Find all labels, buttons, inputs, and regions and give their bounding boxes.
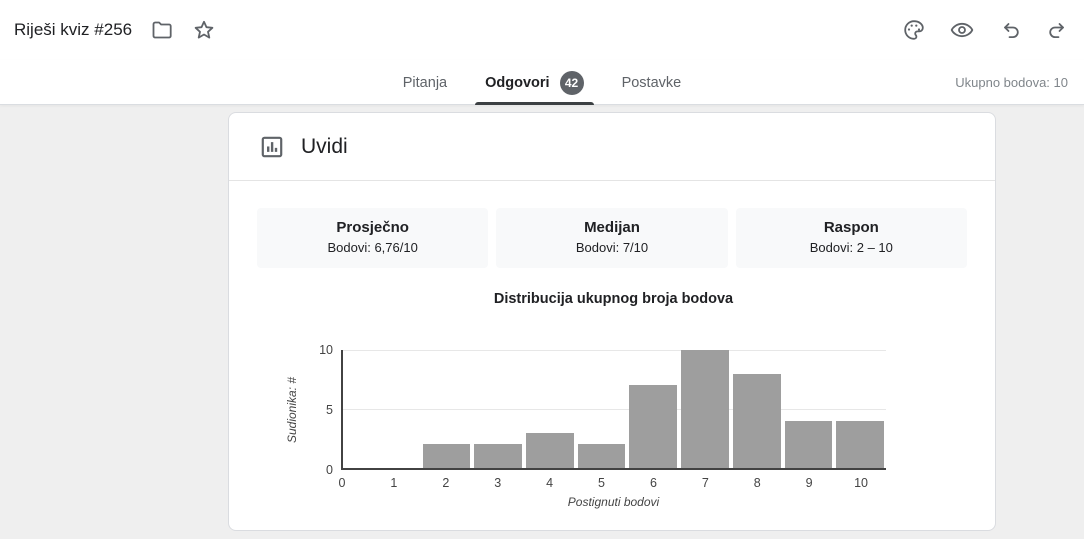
tab-postavke[interactable]: Postavke (608, 60, 696, 105)
x-axis-label: Postignuti bodovi (567, 495, 660, 509)
bar-score-8 (732, 373, 781, 468)
bar-score-9 (784, 420, 833, 468)
x-tick-label: 0 (338, 476, 346, 490)
x-tick-label: 10 (854, 476, 868, 490)
bar-score-2 (422, 444, 471, 468)
insights-card-header: Uvidi (229, 113, 995, 181)
tab-odgovori[interactable]: Odgovori 42 (471, 60, 597, 105)
gridline (343, 350, 886, 351)
gridline (343, 409, 886, 410)
x-tick-label: 7 (701, 476, 709, 490)
x-tick-label: 1 (390, 476, 398, 490)
tab-pitanja[interactable]: Pitanja (389, 60, 461, 105)
x-tick-label: 3 (494, 476, 502, 490)
stat-title: Medijan (584, 219, 640, 236)
top-app-bar: Riješi kviz #256 (0, 0, 1084, 60)
bar-score-5 (577, 444, 626, 468)
x-tick-label: 9 (805, 476, 813, 490)
star-icon[interactable] (192, 18, 216, 42)
chart-title: Distribucija ukupnog broja bodova (493, 291, 734, 307)
x-tick-label: 5 (598, 476, 605, 490)
stat-average: Prosječno Bodovi: 6,76/10 (257, 208, 489, 268)
x-tick-label: 6 (649, 476, 657, 490)
palette-icon[interactable] (902, 18, 926, 42)
x-tick-label: 4 (546, 476, 554, 490)
stat-value: Bodovi: 7/10 (575, 240, 649, 255)
x-tick-label: 2 (442, 476, 450, 490)
bar-score-3 (474, 444, 522, 468)
folder-icon[interactable] (150, 18, 174, 42)
total-points-label: Ukupno bodova: 10 (955, 75, 1068, 90)
redo-icon[interactable] (1046, 18, 1070, 42)
y-tick-label: 0 (326, 463, 333, 477)
undo-icon[interactable] (998, 18, 1022, 42)
insights-title: Uvidi (301, 134, 348, 158)
bar-score-10 (836, 420, 884, 468)
insights-chart-icon (261, 136, 283, 157)
tab-label: Odgovori (485, 74, 550, 91)
y-tick-label: 10 (319, 343, 333, 357)
preview-eye-icon[interactable] (950, 18, 974, 42)
tab-bar: Pitanja Odgovori 42 Postavke Ukupno bodo… (0, 60, 1084, 105)
x-tick-label: 8 (753, 476, 761, 490)
bar-score-4 (525, 432, 574, 468)
x-tick-labels: 0 1 2 3 4 5 6 7 8 9 10 (338, 476, 887, 492)
stat-median: Medijan Bodovi: 7/10 (496, 208, 728, 268)
stat-range: Raspon Bodovi: 2 – 10 (735, 208, 967, 268)
y-tick-label: 5 (326, 403, 333, 417)
bar-score-7 (681, 350, 729, 468)
tab-label: Postavke (621, 74, 682, 91)
insights-card: Uvidi Prosječno Bodovi: 6,76/10 Medijan … (228, 112, 996, 531)
stat-value: Bodovi: 2 – 10 (809, 240, 893, 255)
summary-stats: Prosječno Bodovi: 6,76/10 Medijan Bodovi… (229, 208, 995, 268)
histogram-plot (341, 350, 886, 470)
tab-label: Pitanja (402, 74, 448, 91)
form-title[interactable]: Riješi kviz #256 (14, 20, 132, 40)
y-tick-labels: 0 5 10 (229, 343, 333, 477)
score-distribution-chart: Distribucija ukupnog broja bodova Sudion… (229, 282, 995, 531)
bar-score-6 (629, 385, 678, 468)
response-count-badge: 42 (559, 70, 584, 95)
stat-value: Bodovi: 6,76/10 (327, 240, 418, 255)
stat-title: Prosječno (336, 219, 409, 236)
stat-title: Raspon (823, 219, 879, 236)
